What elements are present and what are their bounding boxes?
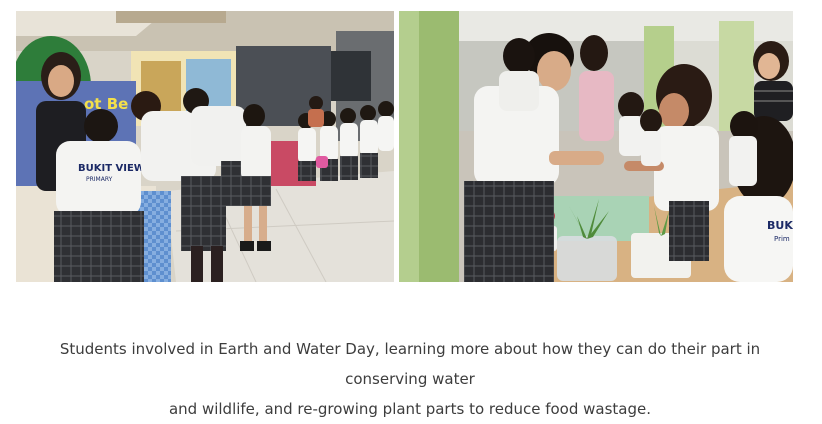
- caption-line-1: Students involved in Earth and Water Day…: [59, 340, 761, 388]
- shirt-lettering-1: BUKIT VIEW: [78, 163, 145, 174]
- shirt-lettering-3: BUKIT: [767, 219, 793, 232]
- photo-caption: Students involved in Earth and Water Day…: [20, 334, 800, 424]
- shirt-lettering-2: PRIMARY: [86, 176, 113, 183]
- photo-students-regrowing-plants: BUKIT Prim: [399, 11, 793, 282]
- shirt-lettering-4: Prim: [774, 235, 790, 243]
- photo-students-at-exhibition-stand: ot Be BUKIT VIEW PRIMARY: [16, 11, 394, 282]
